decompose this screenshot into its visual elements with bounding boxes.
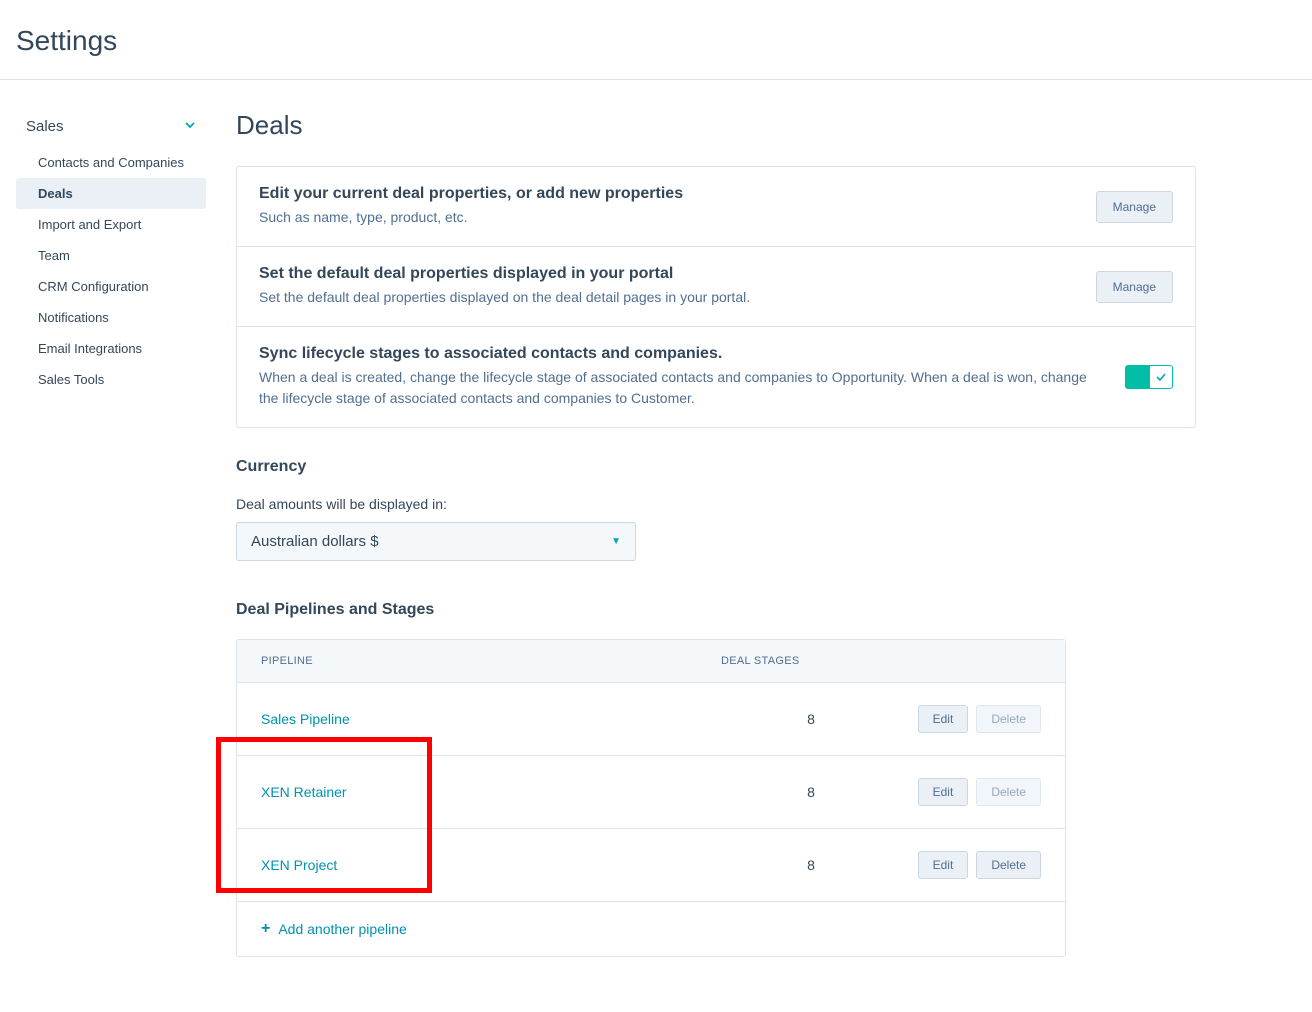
settings-row-title: Sync lifecycle stages to associated cont…	[259, 345, 1095, 363]
pipeline-name-link[interactable]: XEN Retainer	[261, 784, 721, 800]
table-row: Sales Pipeline 8 Edit Delete	[237, 683, 1065, 756]
currency-field-label: Deal amounts will be displayed in:	[236, 496, 1196, 512]
sidebar-items: Contacts and Companies Deals Import and …	[16, 147, 206, 395]
settings-row-default-properties: Set the default deal properties displaye…	[237, 247, 1195, 327]
sidebar-item-crm-configuration[interactable]: CRM Configuration	[16, 271, 206, 302]
settings-row-edit-properties: Edit your current deal properties, or ad…	[237, 167, 1195, 247]
pipeline-table-header: PIPELINE DEAL STAGES	[237, 640, 1065, 683]
pipeline-name-link[interactable]: XEN Project	[261, 857, 721, 873]
pipeline-actions: Edit Delete	[901, 851, 1041, 879]
sidebar-item-contacts-companies[interactable]: Contacts and Companies	[16, 147, 206, 178]
pipeline-table-wrapper: PIPELINE DEAL STAGES Sales Pipeline 8 Ed…	[236, 639, 1196, 957]
edit-button[interactable]: Edit	[918, 705, 969, 733]
column-header-pipeline: PIPELINE	[261, 655, 721, 667]
page-header: Settings	[0, 0, 1312, 80]
sidebar-item-import-export[interactable]: Import and Export	[16, 209, 206, 240]
sidebar-section-header[interactable]: Sales	[16, 110, 206, 143]
pipeline-stages-count: 8	[721, 857, 901, 873]
pipeline-stages-count: 8	[721, 784, 901, 800]
column-header-actions	[901, 655, 1041, 667]
settings-row-text: Edit your current deal properties, or ad…	[259, 185, 1096, 228]
delete-button[interactable]: Delete	[976, 778, 1041, 806]
table-row: XEN Retainer 8 Edit Delete	[237, 756, 1065, 829]
currency-heading: Currency	[236, 458, 1196, 476]
table-row: XEN Project 8 Edit Delete	[237, 829, 1065, 902]
toggle-check-icon	[1149, 365, 1173, 389]
pipeline-table: PIPELINE DEAL STAGES Sales Pipeline 8 Ed…	[236, 639, 1066, 957]
sidebar-item-notifications[interactable]: Notifications	[16, 302, 206, 333]
sidebar: Sales Contacts and Companies Deals Impor…	[16, 110, 206, 957]
pipeline-actions: Edit Delete	[901, 778, 1041, 806]
toggle-on-indicator	[1125, 365, 1149, 389]
chevron-down-icon	[184, 118, 196, 135]
sidebar-item-email-integrations[interactable]: Email Integrations	[16, 333, 206, 364]
sidebar-item-deals[interactable]: Deals	[16, 178, 206, 209]
add-pipeline-label: Add another pipeline	[278, 921, 406, 937]
settings-row-title: Set the default deal properties displaye…	[259, 265, 1066, 283]
main-container: Sales Contacts and Companies Deals Impor…	[0, 80, 1312, 957]
column-header-stages: DEAL STAGES	[721, 655, 901, 667]
sync-toggle[interactable]	[1125, 365, 1173, 389]
pipeline-actions: Edit Delete	[901, 705, 1041, 733]
caret-down-icon: ▼	[611, 536, 621, 547]
currency-select[interactable]: Australian dollars $ ▼	[236, 522, 636, 561]
plus-icon: +	[261, 920, 270, 938]
pipelines-heading: Deal Pipelines and Stages	[236, 601, 1196, 619]
page-title: Settings	[16, 25, 1296, 57]
settings-row-desc: Such as name, type, product, etc.	[259, 207, 1066, 228]
edit-button[interactable]: Edit	[918, 851, 969, 879]
currency-selected-value: Australian dollars $	[251, 533, 379, 550]
sidebar-item-team[interactable]: Team	[16, 240, 206, 271]
settings-row-sync-lifecycle: Sync lifecycle stages to associated cont…	[237, 327, 1195, 427]
add-pipeline-button[interactable]: + Add another pipeline	[237, 902, 1065, 956]
manage-button[interactable]: Manage	[1096, 191, 1173, 223]
settings-row-desc: Set the default deal properties displaye…	[259, 287, 1066, 308]
content-title: Deals	[236, 110, 1196, 141]
settings-group: Edit your current deal properties, or ad…	[236, 166, 1196, 428]
sidebar-section-label: Sales	[26, 118, 64, 135]
settings-row-desc: When a deal is created, change the lifec…	[259, 367, 1095, 409]
manage-button[interactable]: Manage	[1096, 271, 1173, 303]
sidebar-section: Sales Contacts and Companies Deals Impor…	[16, 110, 206, 395]
pipeline-stages-count: 8	[721, 711, 901, 727]
delete-button[interactable]: Delete	[976, 851, 1041, 879]
settings-row-title: Edit your current deal properties, or ad…	[259, 185, 1066, 203]
edit-button[interactable]: Edit	[918, 778, 969, 806]
settings-row-text: Sync lifecycle stages to associated cont…	[259, 345, 1125, 409]
content: Deals Edit your current deal properties,…	[206, 110, 1226, 957]
pipeline-name-link[interactable]: Sales Pipeline	[261, 711, 721, 727]
delete-button[interactable]: Delete	[976, 705, 1041, 733]
sidebar-item-sales-tools[interactable]: Sales Tools	[16, 364, 206, 395]
settings-row-text: Set the default deal properties displaye…	[259, 265, 1096, 308]
